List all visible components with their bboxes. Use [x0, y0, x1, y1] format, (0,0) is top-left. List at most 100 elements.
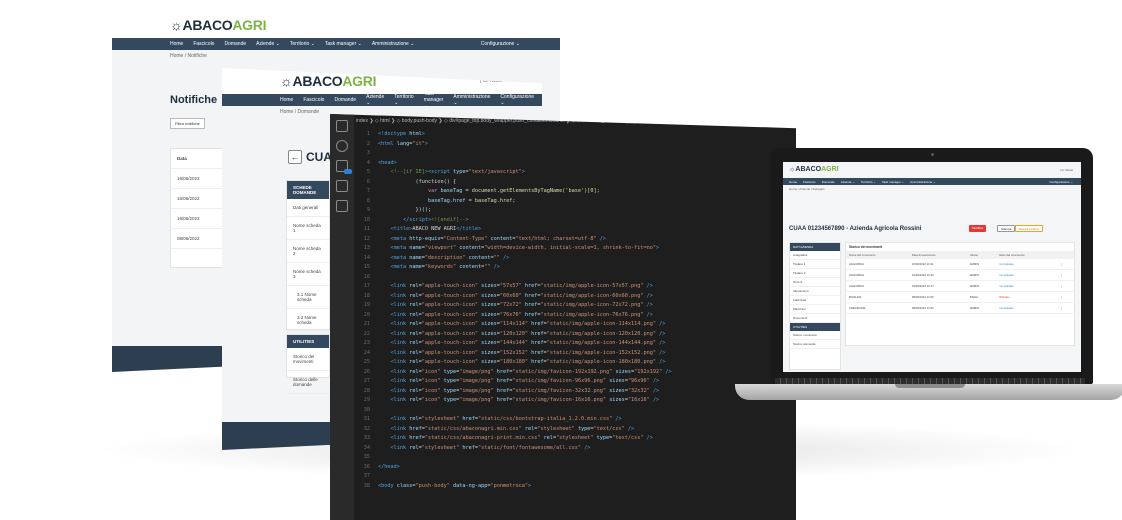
row-menu-icon[interactable]: ⋮: [1056, 259, 1074, 270]
sidebar-item[interactable]: Storico domande: [790, 340, 840, 349]
nav-territorio[interactable]: Territorio ⌄: [290, 41, 315, 47]
code-line[interactable]: 13 <meta name="viewport" content="width=…: [356, 244, 796, 254]
search-icon[interactable]: [336, 140, 348, 152]
nav-aziende[interactable]: Aziende ⌄: [841, 180, 855, 184]
nav-configurazione[interactable]: Configurazione ⌄: [1049, 180, 1073, 184]
filter-button[interactable]: Filtra notifiche: [170, 118, 205, 129]
code-line[interactable]: 5 <!--[if IE]><script type="text/javascr…: [356, 168, 796, 178]
editor-breadcrumb[interactable]: index ❯ ◇ html ❯ ◇ body.push-body ❯ ◇ di…: [356, 118, 796, 128]
extensions-icon[interactable]: [336, 200, 348, 212]
nav-territorio[interactable]: Territorio ⌄: [861, 180, 876, 184]
sidebar-item[interactable]: Terreni: [790, 278, 840, 287]
code-line[interactable]: 4 <head>: [356, 159, 796, 169]
code-line[interactable]: 26 <link rel="icon" type="image/png" hre…: [356, 368, 796, 378]
code-line[interactable]: 22 <link rel="apple-touch-icon" sizes="1…: [356, 330, 796, 340]
code-line[interactable]: 23 <link rel="apple-touch-icon" sizes="1…: [356, 339, 796, 349]
row-menu-icon[interactable]: ⋮: [1056, 269, 1074, 281]
column-header[interactable]: Esito del movimento: [996, 251, 1057, 259]
code-line[interactable]: 3: [356, 149, 796, 159]
nav-amministrazione[interactable]: Amministrazione ⌄: [372, 41, 415, 47]
sidebar-item[interactable]: Anagrafica: [790, 251, 840, 260]
row-menu-icon[interactable]: ⋮: [1056, 291, 1074, 303]
sidebar-item[interactable]: Titolare 2: [790, 269, 840, 278]
list-item[interactable]: 16/06/2022: [171, 189, 229, 209]
verify-button[interactable]: Esegui verifica: [1015, 225, 1043, 232]
code-line[interactable]: 9 })();: [356, 206, 796, 216]
sidebar-item[interactable]: 3.2 Nome scheda: [287, 309, 329, 332]
table-row[interactable]: AGGIORNA 16/06/2022 10:20 AMMIN Completa…: [846, 269, 1074, 281]
nav-domande[interactable]: Domande: [224, 41, 246, 47]
sidebar-item[interactable]: Macchine: [790, 305, 840, 314]
code-line[interactable]: 27 <link rel="icon" type="image/png" hre…: [356, 377, 796, 387]
sidebar-item[interactable]: Fabbricati: [790, 296, 840, 305]
brand-logo[interactable]: ☼ABACOAGRI: [170, 17, 266, 33]
nav-home[interactable]: Home: [280, 97, 293, 103]
brand-logo[interactable]: ☼ABACOAGRI: [280, 73, 376, 89]
nav-aziende[interactable]: Aziende ⌄: [256, 41, 280, 47]
nav-home[interactable]: Home: [789, 180, 797, 184]
code-line[interactable]: 11 <title>ABACO NEW AGRI</title>: [356, 225, 796, 235]
row-menu-icon[interactable]: ⋮: [1056, 280, 1074, 292]
sidebar-item[interactable]: Nome scheda 1: [287, 217, 329, 240]
sidebar-item[interactable]: Dati generali: [287, 199, 329, 217]
code-line[interactable]: 32 <link href="static/css/abaconagri.min…: [356, 425, 796, 435]
table-row[interactable]: CREAZIONE 08/06/2022 12:00 AMMIN Complet…: [846, 302, 1074, 314]
back-arrow-icon[interactable]: ←: [288, 150, 302, 164]
nav-fascicolo[interactable]: Fascicolo: [193, 41, 214, 47]
sidebar-item[interactable]: Allevamenti: [790, 287, 840, 296]
code-line[interactable]: 7 var baseTag = document.getElementsByTa…: [356, 187, 796, 197]
nav-territorio[interactable]: Territorio ⌄: [394, 94, 413, 106]
print-button[interactable]: Stampa: [997, 225, 1016, 232]
code-line[interactable]: 12 <meta http-equiv="Content-Type" conte…: [356, 235, 796, 245]
nav-domande[interactable]: Domande: [822, 180, 835, 184]
explorer-icon[interactable]: [336, 120, 348, 132]
code-line[interactable]: 1 <!doctype html>: [356, 130, 796, 140]
code-line[interactable]: 20 <link rel="apple-touch-icon" sizes="7…: [356, 311, 796, 321]
code-line[interactable]: 16: [356, 273, 796, 283]
code-line[interactable]: 8 baseTag.href = baseTag.href;: [356, 197, 796, 207]
nav-fascicolo[interactable]: Fascicolo: [303, 97, 324, 103]
nav-configurazione[interactable]: Configurazione ⌄: [481, 41, 520, 47]
list-item[interactable]: 08/06/2022: [171, 229, 229, 249]
sidebar-item[interactable]: Documenti: [790, 314, 840, 323]
code-line[interactable]: 38 <body class="push-body" data-ng-app="p…: [356, 482, 796, 492]
code-line[interactable]: 30: [356, 406, 796, 416]
user-menu[interactable]: | G. Rossi: [498, 22, 520, 28]
code-line[interactable]: 19 <link rel="apple-touch-icon" sizes="7…: [356, 301, 796, 311]
sidebar-item[interactable]: Storico movimenti: [790, 331, 840, 340]
brand-logo[interactable]: ☼ABACOAGRI: [789, 166, 839, 173]
nav-home[interactable]: Home: [170, 41, 183, 47]
code-line[interactable]: 17 <link rel="apple-touch-icon" sizes="5…: [356, 282, 796, 292]
list-item[interactable]: 16/06/2022: [171, 169, 229, 189]
nav-fascicolo[interactable]: Fascicolo: [803, 180, 816, 184]
table-row[interactable]: AGGIORNA 16/06/2022 10:21 AMMIN Completa…: [846, 259, 1074, 270]
code-line[interactable]: 14 <meta name="description" content="" /…: [356, 254, 796, 264]
sidebar-item[interactable]: Nome scheda 2: [287, 240, 329, 263]
nav-task-manager[interactable]: Task manager ⌄: [325, 41, 362, 47]
nav-aziende[interactable]: Aziende ⌄: [366, 94, 384, 106]
table-row[interactable]: AGGIORNA 16/06/2022 10:17 AMMIN Completa…: [846, 280, 1074, 292]
sidebar-item[interactable]: Storico delle domande: [287, 371, 329, 394]
user-menu[interactable]: | G. Rossi: [1060, 168, 1073, 172]
code-line[interactable]: 15 <meta name="keywords" content="" />: [356, 263, 796, 273]
sidebar-item[interactable]: Storico dei movimenti: [287, 348, 329, 371]
code-line[interactable]: 28 <link rel="icon" type="image/png" hre…: [356, 387, 796, 397]
code-line[interactable]: 34 <link rel="stylesheet" href="static/f…: [356, 444, 796, 454]
code-line[interactable]: 33 <link href="static/css/abaconagri-pri…: [356, 434, 796, 444]
code-line[interactable]: 25 <link rel="apple-touch-icon" sizes="1…: [356, 358, 796, 368]
code-line[interactable]: 6 (function() {: [356, 178, 796, 188]
sidebar-item[interactable]: Nome scheda 3: [287, 263, 329, 286]
column-header[interactable]: Utente: [966, 251, 997, 259]
code-line[interactable]: 29 <link rel="icon" type="image/png" hre…: [356, 396, 796, 406]
nav-configurazione[interactable]: Configurazione ⌄: [500, 94, 534, 106]
code-line[interactable]: 37: [356, 472, 796, 482]
nav-amministrazione[interactable]: Amministrazione ⌄: [910, 180, 936, 184]
code-line[interactable]: 31 <link rel="stylesheet" href="static/c…: [356, 415, 796, 425]
sidebar-item[interactable]: Titolare 1: [790, 260, 840, 269]
code-line[interactable]: 18 <link rel="apple-touch-icon" sizes="6…: [356, 292, 796, 302]
column-header[interactable]: Nome del movimento: [846, 251, 909, 259]
source-control-icon[interactable]: [336, 160, 352, 174]
run-debug-icon[interactable]: [336, 180, 348, 192]
code-line[interactable]: 24 <link rel="apple-touch-icon" sizes="1…: [356, 349, 796, 359]
code-line[interactable]: 21 <link rel="apple-touch-icon" sizes="1…: [356, 320, 796, 330]
